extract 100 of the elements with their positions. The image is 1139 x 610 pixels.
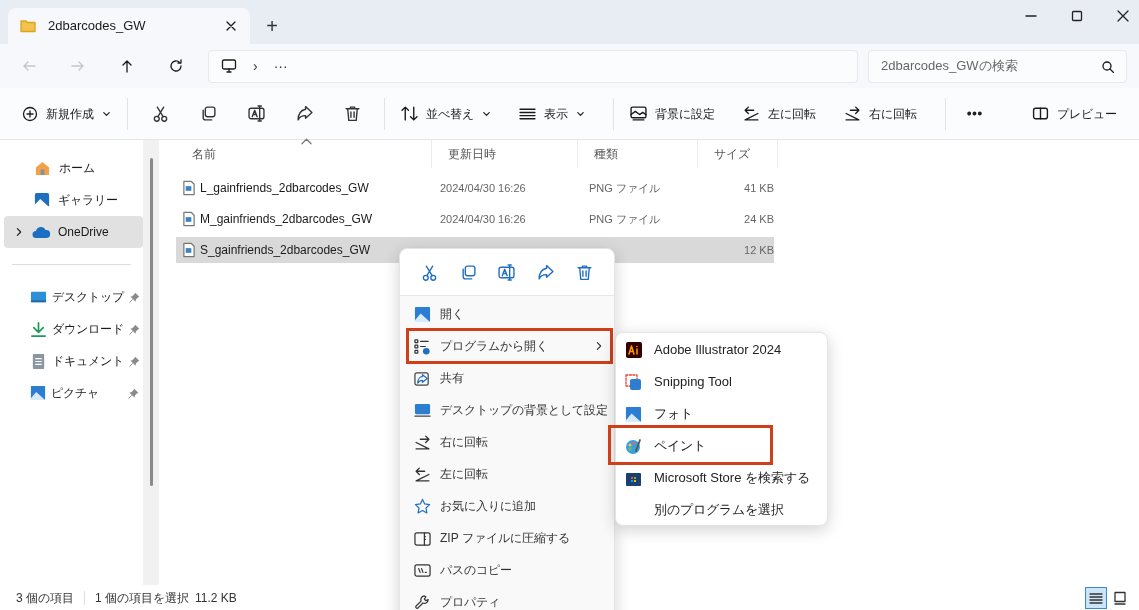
preview-pane-icon <box>1032 105 1049 122</box>
menu-item[interactable]: 左に回転 <box>406 458 612 490</box>
list-app-icon <box>414 337 431 355</box>
paint-app-icon <box>625 437 642 455</box>
breadcrumb[interactable]: ··· <box>273 55 288 77</box>
submenu-item[interactable]: ペイント <box>616 430 827 462</box>
column-header[interactable]: 名前 <box>192 145 216 163</box>
toolbar-button[interactable]: 新規作成 <box>14 97 119 130</box>
scrollbar-thumb[interactable] <box>149 158 153 486</box>
image-file-icon <box>182 180 196 196</box>
menu-item[interactable]: 右に回転 <box>406 426 612 458</box>
toolbar-button[interactable]: 背景に設定 <box>622 97 723 130</box>
toolbar-button[interactable]: 表示 <box>511 97 593 130</box>
photos-app-icon <box>625 405 642 423</box>
menu-item[interactable]: プロパティ <box>406 586 612 610</box>
submenu-item[interactable]: Adobe Illustrator 2024 <box>616 334 827 366</box>
zip-folder-icon <box>414 529 431 547</box>
active-tab[interactable]: 2dbarcodes_GW <box>8 8 250 44</box>
folder-icon <box>20 18 36 34</box>
details-view-icon <box>1089 591 1103 605</box>
close-icon[interactable] <box>1117 10 1129 22</box>
rotate-right-icon <box>844 105 861 122</box>
sidebar-item[interactable]: ピクチャ <box>0 377 143 409</box>
sidebar-item[interactable]: デスクトップ <box>0 281 143 313</box>
search-field[interactable]: 2dbarcodes_GWの検索 <box>868 49 1127 83</box>
maximize-icon[interactable] <box>1071 10 1083 22</box>
sidebar-item[interactable]: ホーム <box>4 152 143 184</box>
scissors-icon <box>420 263 438 281</box>
file-name: L_gainfriends_2dbarcodes_GW <box>200 180 369 197</box>
modified-date: 2024/04/30 16:26 <box>440 182 526 194</box>
file-name: S_gainfriends_2dbarcodes_GW <box>200 242 371 259</box>
search-input[interactable]: 2dbarcodes_GWの検索 <box>881 56 1101 76</box>
gallery-icon <box>34 192 50 208</box>
rename-icon <box>247 105 265 122</box>
search-icon <box>1101 59 1114 73</box>
submenu-item[interactable]: Snipping Tool <box>616 366 827 398</box>
menu-item[interactable]: デスクトップの背景として設定 <box>406 394 612 426</box>
menu-item[interactable]: お気に入りに追加 <box>406 490 612 522</box>
sort-arrows-icon <box>401 105 418 122</box>
refresh-icon[interactable] <box>168 59 183 73</box>
toolbar-button[interactable]: 左に回転 <box>735 97 824 130</box>
view-toggle[interactable] <box>1085 587 1107 609</box>
menu-item[interactable]: 開く <box>406 298 612 330</box>
download-arrow-icon <box>30 320 47 338</box>
image-file-icon <box>182 242 196 258</box>
copy-icon <box>199 105 217 122</box>
file-row[interactable]: M_gainfriends_2dbarcodes_GW 2024/04/30 16:26 PNG ファイル 24 KB <box>176 206 774 232</box>
rotate-right-icon <box>414 433 431 451</box>
share-icon <box>295 105 313 122</box>
rename-icon <box>498 263 516 281</box>
submenu-item[interactable]: フォト <box>616 398 827 430</box>
item-count: 3 個の項目 <box>16 589 74 607</box>
file-size: 12 KB <box>744 242 774 258</box>
snipping-app-icon <box>625 373 642 391</box>
file-type: PNG ファイル <box>589 213 660 225</box>
file-size: 41 KB <box>744 180 774 196</box>
menu-item[interactable]: 共有 <box>406 362 612 394</box>
path-icon <box>414 561 431 579</box>
copy-icon <box>459 263 477 281</box>
menu-item[interactable]: パスのコピー <box>406 554 612 586</box>
selection-count: 1 個の項目を選択 <box>95 589 190 607</box>
wallpaper-icon <box>414 401 431 419</box>
trash-icon <box>576 263 594 281</box>
column-header[interactable]: サイズ <box>714 145 750 163</box>
share-icon <box>414 369 431 387</box>
toolbar-button[interactable]: 右に回転 <box>836 97 925 130</box>
picture-icon <box>30 385 46 401</box>
wrench-icon <box>414 593 431 610</box>
ai-app-icon <box>625 342 642 358</box>
tab-title: 2dbarcodes_GW <box>48 17 147 36</box>
sidebar-item[interactable]: ギャラリー <box>4 184 143 216</box>
toolbar-button[interactable]: 並べ替え <box>393 97 499 130</box>
trash-icon <box>343 105 361 122</box>
submenu-item[interactable]: 別のプログラムを選択 <box>616 494 827 526</box>
new-tab-button[interactable]: + <box>257 11 287 41</box>
share-icon <box>537 263 555 281</box>
cloud-icon <box>32 224 50 240</box>
column-header[interactable]: 種類 <box>594 145 618 163</box>
monitor-icon <box>221 58 237 74</box>
menu-item[interactable]: ZIP ファイルに圧縮する <box>406 522 612 554</box>
menu-item[interactable]: プログラムから開く <box>406 330 612 362</box>
image-file-icon <box>182 211 196 227</box>
column-header[interactable]: 更新日時 <box>448 145 496 163</box>
sidebar-item[interactable]: ドキュメント <box>0 345 143 377</box>
close-icon[interactable] <box>224 19 238 33</box>
sidebar-item[interactable]: ダウンロード <box>0 313 143 345</box>
submenu-item[interactable]: Microsoft Store を検索する <box>616 462 827 494</box>
document-icon <box>30 352 47 370</box>
tiles-view-icon <box>1113 591 1127 605</box>
rotate-left-icon <box>414 465 431 483</box>
breadcrumb[interactable]: › <box>253 55 258 77</box>
toolbar-button[interactable]: プレビュー <box>1024 97 1125 130</box>
file-name: M_gainfriends_2dbarcodes_GW <box>200 211 373 228</box>
address-bar[interactable]: › ··· <box>208 49 858 83</box>
house-icon <box>34 159 51 177</box>
sidebar-item[interactable]: OneDrive <box>4 216 143 248</box>
file-row[interactable]: L_gainfriends_2dbarcodes_GW 2024/04/30 16:26 PNG ファイル 41 KB <box>176 175 774 201</box>
selection-size: 11.2 KB <box>195 589 237 607</box>
file-size: 24 KB <box>744 211 774 227</box>
picture-icon <box>414 305 431 323</box>
